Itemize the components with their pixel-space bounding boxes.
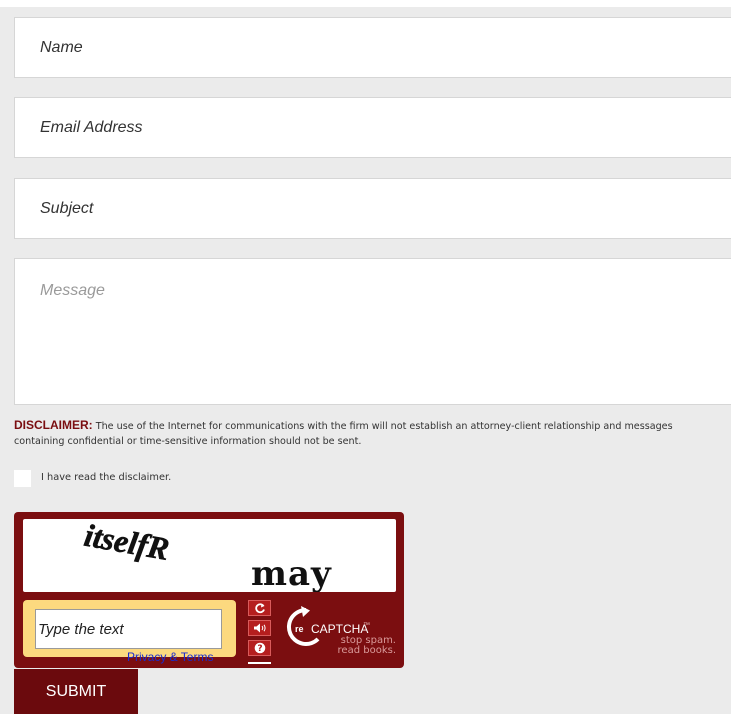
recaptcha-tagline-2: read books. bbox=[337, 645, 396, 656]
captcha-image: itselfR may bbox=[23, 516, 396, 594]
disclaimer-checkbox[interactable] bbox=[14, 470, 31, 487]
disclaimer-checkbox-label: I have read the disclaimer. bbox=[41, 472, 172, 483]
name-placeholder: Name bbox=[40, 39, 83, 56]
name-field[interactable]: Name bbox=[14, 17, 731, 78]
disclaimer: DISCLAIMER: The use of the Internet for … bbox=[14, 418, 714, 449]
captcha-response-input[interactable] bbox=[35, 609, 222, 649]
captcha-input-frame bbox=[23, 600, 236, 657]
svg-text:?: ? bbox=[257, 644, 262, 654]
refresh-icon bbox=[254, 603, 265, 614]
captcha-word-2: may bbox=[251, 554, 332, 592]
audio-icon bbox=[253, 623, 266, 633]
email-placeholder: Email Address bbox=[40, 119, 143, 136]
recaptcha-logo-prefix: re bbox=[295, 624, 304, 634]
disclaimer-text: The use of the Internet for communicatio… bbox=[14, 421, 673, 447]
email-field[interactable]: Email Address bbox=[14, 97, 731, 158]
message-placeholder: Message bbox=[40, 282, 105, 299]
captcha-audio-button[interactable] bbox=[248, 620, 271, 636]
disclaimer-label: DISCLAIMER: bbox=[14, 418, 93, 432]
top-strip bbox=[0, 0, 731, 7]
message-field[interactable]: Message bbox=[14, 258, 731, 405]
recaptcha-widget: itselfR may Privacy & Terms ? re CAPTCHA… bbox=[14, 512, 404, 668]
help-icon: ? bbox=[254, 642, 265, 654]
submit-button[interactable]: SUBMIT bbox=[14, 669, 138, 714]
captcha-words: itselfR may bbox=[81, 516, 332, 594]
captcha-controls-underline bbox=[248, 662, 271, 664]
subject-field[interactable]: Subject bbox=[14, 178, 731, 239]
recaptcha-tm: ™ bbox=[363, 622, 370, 629]
captcha-refresh-button[interactable] bbox=[248, 600, 271, 616]
recaptcha-logo-text: CAPTCHA bbox=[311, 622, 368, 636]
subject-placeholder: Subject bbox=[40, 200, 94, 217]
captcha-word-1: itselfR bbox=[82, 519, 172, 567]
privacy-terms-link[interactable]: Privacy & Terms bbox=[127, 650, 213, 664]
recaptcha-tagline: stop spam. read books. bbox=[314, 636, 396, 656]
captcha-help-button[interactable]: ? bbox=[248, 640, 271, 656]
